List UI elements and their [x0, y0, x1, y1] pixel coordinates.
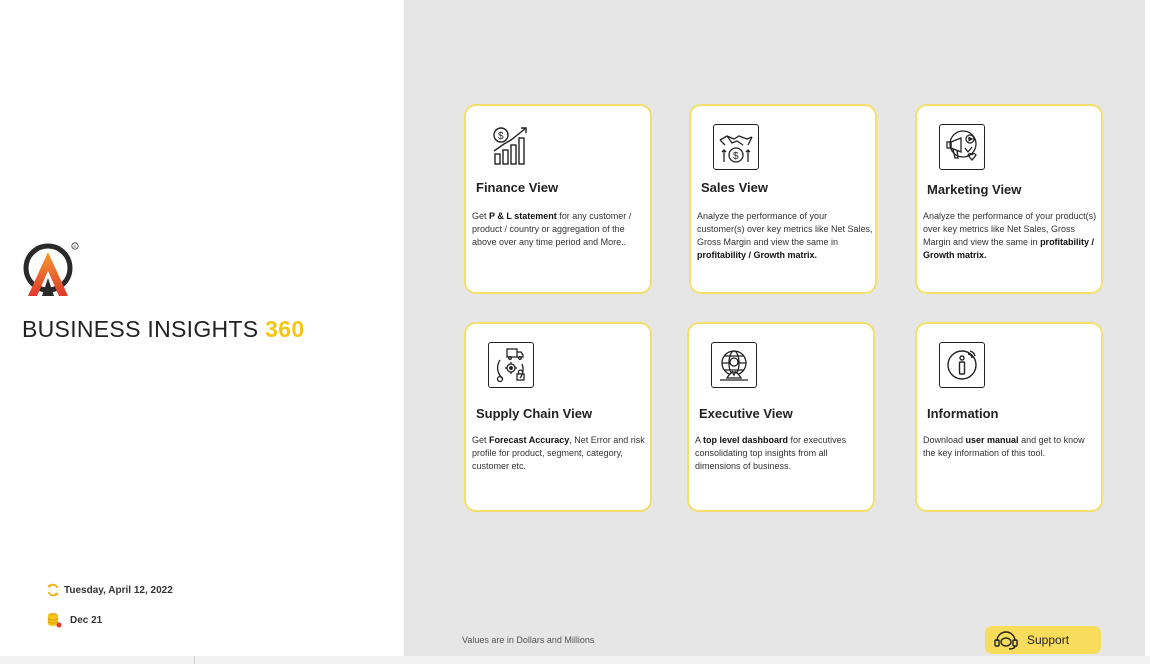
- card-description: A top level dashboard for executives con…: [695, 434, 871, 473]
- information-card[interactable]: Information Download user manual and get…: [915, 322, 1103, 512]
- support-label: Support: [1027, 633, 1070, 647]
- desc-text: Get: [472, 435, 490, 445]
- refresh-icon: [47, 583, 59, 597]
- desc-text: A: [695, 435, 704, 445]
- marketing-view-card[interactable]: Marketing View Analyze the performance o…: [915, 104, 1103, 294]
- app-title-accent: 360: [265, 316, 305, 342]
- database-icon: [47, 613, 62, 628]
- executive-view-card[interactable]: Executive View A top level dashboard for…: [687, 322, 875, 512]
- svg-text:$: $: [733, 151, 739, 162]
- support-button[interactable]: Support: [985, 626, 1101, 654]
- card-title: Marketing View: [927, 182, 1022, 197]
- data-period: Dec 21: [70, 614, 103, 626]
- card-description: Get P & L statement for any customer / p…: [472, 210, 648, 249]
- executive-globe-icon: [711, 342, 757, 388]
- desc-highlight: profitability / Growth matrix.: [697, 250, 818, 260]
- desc-highlight: P & L statement: [489, 211, 557, 221]
- company-logo: R: [23, 242, 79, 296]
- card-description: Analyze the performance of your customer…: [697, 210, 873, 262]
- svg-text:R: R: [74, 244, 77, 249]
- finance-growth-icon: $: [488, 122, 534, 168]
- card-title: Information: [927, 406, 999, 421]
- desc-text: Download: [923, 435, 966, 445]
- desc-text: Get: [472, 211, 490, 221]
- card-title: Supply Chain View: [476, 406, 593, 421]
- desc-text: Analyze the performance of your customer…: [697, 211, 873, 247]
- card-description: Download user manual and get to know the…: [923, 434, 1099, 460]
- units-footnote: Values are in Dollars and Millions: [462, 635, 595, 645]
- refresh-date: Tuesday, April 12, 2022: [64, 584, 173, 596]
- marketing-megaphone-icon: [939, 124, 985, 170]
- desc-highlight: top level dashboard: [703, 435, 789, 445]
- data-period-row: Dec 21: [46, 612, 102, 628]
- supply-chain-icon: [488, 342, 534, 388]
- desc-highlight: Forecast Accuracy: [489, 435, 570, 445]
- finance-view-card[interactable]: $ Finance View Get P & L statement for a…: [464, 104, 652, 294]
- sales-view-card[interactable]: $ Sales View Analyze the performance of …: [689, 104, 877, 294]
- information-icon: [939, 342, 985, 388]
- card-title: Sales View: [701, 180, 768, 195]
- right-edge: [1145, 0, 1150, 656]
- supply-chain-view-card[interactable]: Supply Chain View Get Forecast Accuracy,…: [464, 322, 652, 512]
- support-headset-icon: [994, 631, 1018, 650]
- refresh-date-row: Tuesday, April 12, 2022: [46, 583, 173, 597]
- app-title-text: BUSINESS INSIGHTS: [22, 316, 259, 342]
- app-title: BUSINESS INSIGHTS 360: [22, 316, 304, 343]
- card-description: Analyze the performance of your product(…: [923, 210, 1099, 262]
- bottom-strip: [0, 656, 1150, 664]
- card-description: Get Forecast Accuracy, Net Error and ris…: [472, 434, 648, 473]
- handshake-dollar-icon: $: [713, 124, 759, 170]
- card-title: Executive View: [699, 406, 793, 421]
- card-title: Finance View: [476, 180, 559, 195]
- desc-highlight: user manual: [965, 435, 1019, 445]
- svg-text:$: $: [498, 131, 504, 142]
